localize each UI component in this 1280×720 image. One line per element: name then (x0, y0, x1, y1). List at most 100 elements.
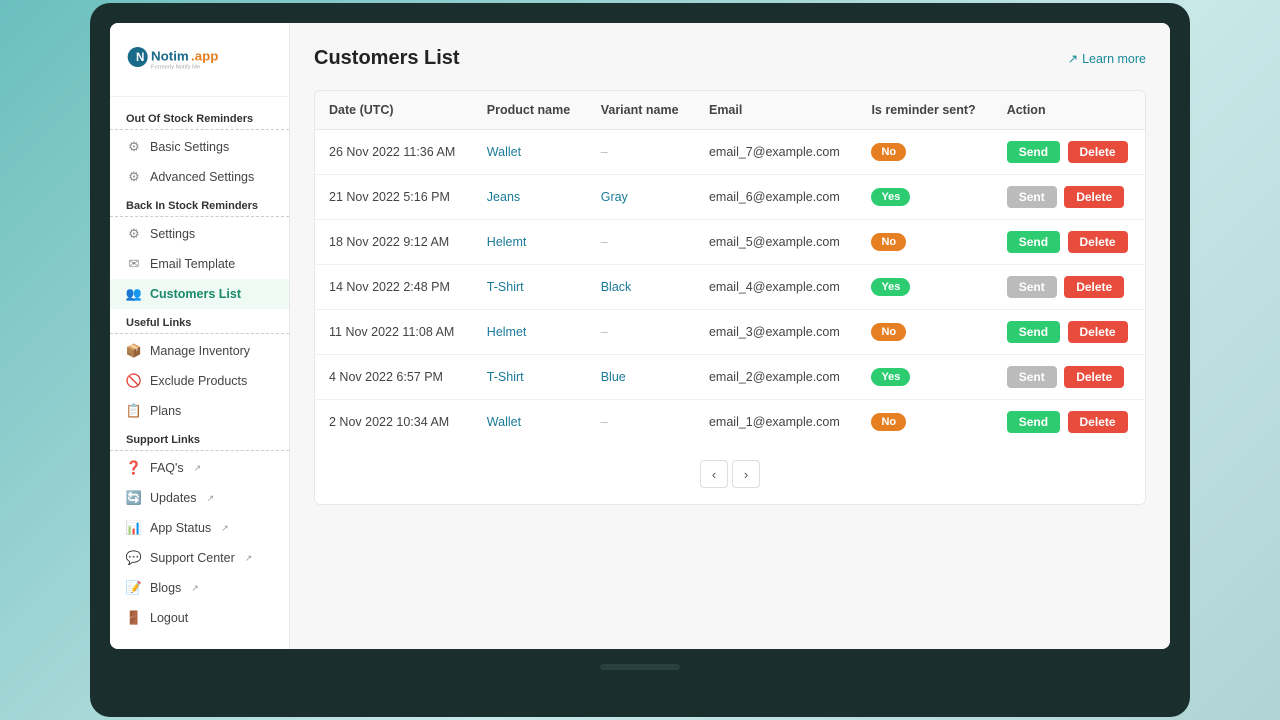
svg-text:N: N (136, 51, 144, 64)
send-button[interactable]: Send (1007, 411, 1060, 433)
sidebar-item-customers-list[interactable]: 👥 Customers List (110, 279, 289, 309)
product-link[interactable]: Wallet (487, 145, 521, 159)
delete-button[interactable]: Delete (1068, 231, 1128, 253)
cell-action: Send Delete (993, 130, 1145, 175)
variant-link[interactable]: Black (601, 280, 632, 294)
send-button[interactable]: Send (1007, 141, 1060, 163)
reminder-badge: Yes (871, 368, 910, 386)
cell-email: email_3@example.com (695, 310, 857, 355)
exclude-icon: 🚫 (126, 373, 142, 389)
cell-reminder: No (857, 400, 992, 445)
variant-link[interactable]: Gray (601, 190, 628, 204)
advanced-settings-icon: ⚙ (126, 169, 142, 185)
sidebar-item-logout[interactable]: 🚪 Logout (110, 603, 289, 633)
cell-date: 2 Nov 2022 10:34 AM (315, 400, 473, 445)
delete-button[interactable]: Delete (1064, 276, 1124, 298)
sidebar-item-exclude-products[interactable]: 🚫 Exclude Products (110, 366, 289, 396)
updates-icon: 🔄 (126, 490, 142, 506)
cell-date: 18 Nov 2022 9:12 AM (315, 220, 473, 265)
cell-variant: – (587, 220, 695, 265)
product-link[interactable]: Jeans (487, 190, 520, 204)
cell-email: email_5@example.com (695, 220, 857, 265)
product-link[interactable]: Helmet (487, 325, 527, 339)
sidebar: N Notim .app Formerly Notify Me Out Of S… (110, 23, 290, 649)
plans-icon: 📋 (126, 403, 142, 419)
svg-text:Notim: Notim (151, 48, 189, 63)
sidebar-item-advanced-settings[interactable]: ⚙ Advanced Settings (110, 162, 289, 192)
email-icon: ✉ (126, 256, 142, 272)
delete-button[interactable]: Delete (1068, 321, 1128, 343)
learn-more-link[interactable]: ↗ Learn more (1068, 51, 1146, 66)
sidebar-item-app-status[interactable]: 📊 App Status ↗ (110, 513, 289, 543)
section-out-of-stock: Out Of Stock Reminders (110, 105, 289, 130)
cell-date: 21 Nov 2022 5:16 PM (315, 175, 473, 220)
sent-button[interactable]: Sent (1007, 186, 1057, 208)
reminder-badge: No (871, 413, 906, 431)
product-link[interactable]: Wallet (487, 415, 521, 429)
product-link[interactable]: T-Shirt (487, 280, 524, 294)
sent-button[interactable]: Sent (1007, 276, 1057, 298)
sidebar-item-settings[interactable]: ⚙ Settings (110, 219, 289, 249)
prev-page-button[interactable]: ‹ (700, 460, 728, 488)
status-icon: 📊 (126, 520, 142, 536)
external-link-icon: ↗ (194, 463, 202, 474)
table-row: 2 Nov 2022 10:34 AM Wallet – email_1@exa… (315, 400, 1145, 445)
sidebar-item-blogs[interactable]: 📝 Blogs ↗ (110, 573, 289, 603)
product-link[interactable]: T-Shirt (487, 370, 524, 384)
section-useful-links: Useful Links (110, 309, 289, 334)
cell-email: email_2@example.com (695, 355, 857, 400)
cell-product: T-Shirt (473, 355, 587, 400)
delete-button[interactable]: Delete (1064, 366, 1124, 388)
cell-date: 26 Nov 2022 11:36 AM (315, 130, 473, 175)
page-title: Customers List (314, 47, 460, 70)
settings-icon: ⚙ (126, 139, 142, 155)
section-support-links: Support Links (110, 426, 289, 451)
cell-email: email_7@example.com (695, 130, 857, 175)
product-link[interactable]: Helemt (487, 235, 527, 249)
col-reminder: Is reminder sent? (857, 91, 992, 130)
cell-reminder: Yes (857, 175, 992, 220)
svg-text:Formerly Notify Me: Formerly Notify Me (151, 65, 200, 71)
send-button[interactable]: Send (1007, 321, 1060, 343)
col-variant: Variant name (587, 91, 695, 130)
cell-email: email_1@example.com (695, 400, 857, 445)
sidebar-item-faqs[interactable]: ❓ FAQ's ↗ (110, 453, 289, 483)
col-date: Date (UTC) (315, 91, 473, 130)
cell-variant: – (587, 130, 695, 175)
cell-action: Send Delete (993, 310, 1145, 355)
delete-button[interactable]: Delete (1068, 141, 1128, 163)
sent-button[interactable]: Sent (1007, 366, 1057, 388)
external-link-icon3: ↗ (221, 523, 229, 534)
sidebar-item-manage-inventory[interactable]: 📦 Manage Inventory (110, 336, 289, 366)
delete-button[interactable]: Delete (1068, 411, 1128, 433)
send-button[interactable]: Send (1007, 231, 1060, 253)
section-back-in-stock: Back In Stock Reminders (110, 192, 289, 217)
sidebar-item-updates[interactable]: 🔄 Updates ↗ (110, 483, 289, 513)
customers-table: Date (UTC) Product name Variant name Ema… (314, 90, 1146, 505)
reminder-badge: Yes (871, 278, 910, 296)
customers-icon: 👥 (126, 286, 142, 302)
cell-reminder: Yes (857, 355, 992, 400)
table-row: 14 Nov 2022 2:48 PM T-Shirt Black email_… (315, 265, 1145, 310)
cell-variant: Blue (587, 355, 695, 400)
laptop-screen: N Notim .app Formerly Notify Me Out Of S… (110, 23, 1170, 649)
sidebar-item-plans[interactable]: 📋 Plans (110, 396, 289, 426)
reminder-badge: No (871, 323, 906, 341)
variant-link[interactable]: Blue (601, 370, 626, 384)
table-row: 4 Nov 2022 6:57 PM T-Shirt Blue email_2@… (315, 355, 1145, 400)
cell-product: Jeans (473, 175, 587, 220)
table-row: 26 Nov 2022 11:36 AM Wallet – email_7@ex… (315, 130, 1145, 175)
reminder-badge: No (871, 233, 906, 251)
cell-variant: Black (587, 265, 695, 310)
next-page-button[interactable]: › (732, 460, 760, 488)
sidebar-item-email-template[interactable]: ✉ Email Template (110, 249, 289, 279)
sidebar-item-basic-settings[interactable]: ⚙ Basic Settings (110, 132, 289, 162)
col-email: Email (695, 91, 857, 130)
external-link-icon5: ↗ (191, 583, 199, 594)
delete-button[interactable]: Delete (1064, 186, 1124, 208)
sidebar-item-support-center[interactable]: 💬 Support Center ↗ (110, 543, 289, 573)
table-row: 18 Nov 2022 9:12 AM Helemt – email_5@exa… (315, 220, 1145, 265)
logo: N Notim .app Formerly Notify Me (110, 39, 289, 97)
cell-variant: Gray (587, 175, 695, 220)
external-icon: ↗ (1068, 51, 1078, 66)
